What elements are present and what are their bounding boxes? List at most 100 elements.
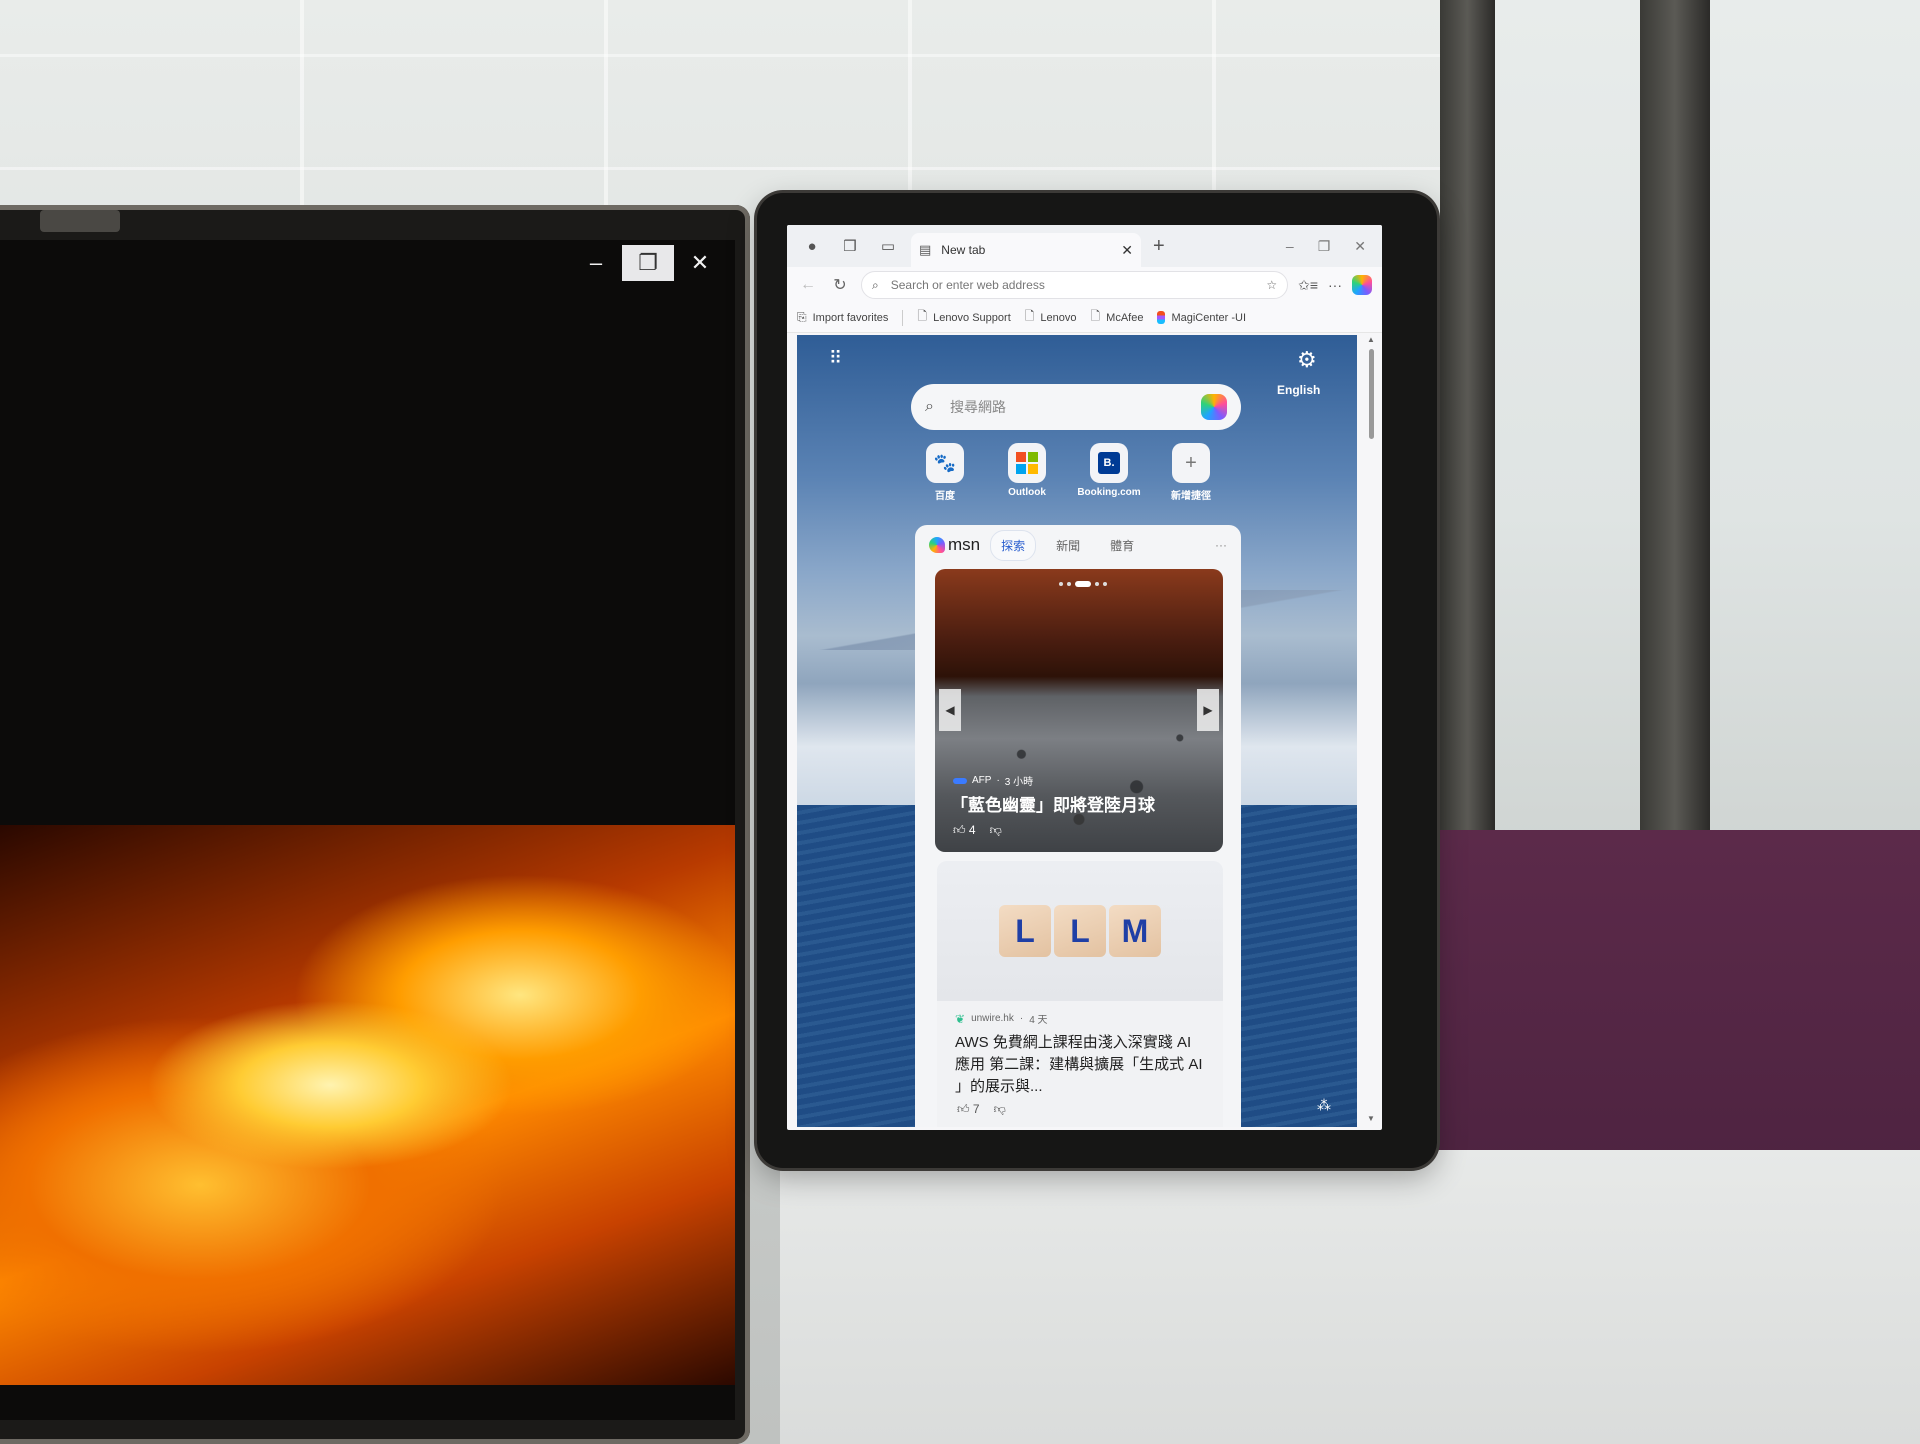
app-launcher-icon[interactable]: ⠿ [829,349,842,367]
card-time: 3 小時 [1004,777,1034,788]
plus-icon: + [1172,443,1210,483]
baidu-icon: 🐾 [926,443,964,483]
unwire-logo-icon: ❦ [955,1011,966,1026]
msn-logo[interactable]: msn [929,535,980,555]
feedback-icon[interactable]: ⁂ [1317,1097,1331,1114]
search-icon: ⌕ [925,398,934,415]
card-title[interactable]: AWS 免費網上課程由淺入深實踐 AI 應用 第二課：建構與擴展「生成式 AI … [955,1032,1205,1098]
letter-block: L [999,905,1051,957]
tab-explore[interactable]: 探索 [990,529,1037,561]
tab-bar: ● ❒ ▭ ▤ New tab ✕ + – ❐ ✕ [787,225,1382,267]
scroll-up-icon[interactable]: ▲ [1367,335,1375,344]
thumbs-up-icon: 👍︎ [953,823,966,837]
shortcut-label: Outlook [1008,487,1046,498]
separator: · [996,775,1000,786]
letter-block: L [1054,905,1106,957]
close-tab-icon[interactable]: ✕ [1121,242,1133,259]
favorite-import[interactable]: ⎘ Import favorites [797,310,888,325]
page-icon: 🗋 [1090,309,1101,323]
booking-glyph: B. [1098,452,1120,474]
web-search-box[interactable]: ⌕ 搜尋網路 [911,384,1241,430]
vertical-tabs-icon[interactable]: ▭ [873,231,903,261]
new-tab-page-icon: ▤ [919,242,932,257]
back-icon[interactable]: ← [797,276,819,294]
like-button[interactable]: 👍︎ 7 [957,1102,980,1117]
scroll-down-icon[interactable]: ▼ [1367,1114,1375,1123]
refresh-icon[interactable]: ↻ [829,275,851,295]
copilot-icon[interactable] [1352,275,1372,295]
favorite-label: Lenovo [1040,311,1077,324]
close-button[interactable]: ✕ [1354,238,1366,255]
card-meta: AFP · 3 小時 [953,773,1033,788]
workspaces-icon[interactable]: ❒ [835,231,865,261]
page-scrollbar[interactable]: ▲ ▼ [1365,335,1379,1127]
tab-sports[interactable]: 體育 [1100,531,1144,560]
language-toggle[interactable]: English [1277,383,1320,397]
card-source: AFP [972,775,992,786]
favorite-magicenter[interactable]: MagiCenter -UI [1157,311,1246,324]
thumbs-down-icon: 👎︎ [993,1102,1006,1116]
search-input[interactable]: 搜尋網路 [950,397,1201,417]
favorite-label: McAfee [1106,311,1144,324]
shortcut-label: 新增捷徑 [1171,491,1211,502]
profile-icon[interactable]: ● [797,231,827,261]
like-button[interactable]: 👍︎ 4 [953,823,976,838]
news-card[interactable]: L L M ❦ unwire.hk · 4 天 AWS 免費網上課程由淺入深實踐… [937,861,1223,1127]
msn-feed: msn 探索 新聞 體育 ··· ◀ ▶ AFP · 3 小時 「藍色幽靈」即將… [915,525,1241,1127]
dislike-button[interactable]: 👎︎ [990,823,1002,838]
restore-button[interactable]: ❐ [622,245,674,281]
shortcut-baidu[interactable]: 🐾 百度 [917,443,973,502]
more-icon[interactable]: ··· [1215,538,1227,552]
restore-button[interactable]: ❐ [1318,238,1331,255]
afp-logo-icon [953,777,967,784]
shortcut-label: Booking.com [1077,487,1141,498]
import-icon: ⎘ [797,310,807,324]
news-card[interactable]: ◀ ▶ AFP · 3 小時 「藍色幽靈」即將登陸月球 👍︎ 4 👎︎ [935,569,1223,852]
new-tab-button[interactable]: + [1153,235,1165,258]
tab-new-tab[interactable]: ▤ New tab ✕ [911,233,1141,267]
minimize-button[interactable]: – [570,245,622,281]
address-bar[interactable]: ⌕ Search or enter web address ☆ [861,271,1289,299]
tab-title: New tab [941,243,986,257]
more-menu-icon[interactable]: ··· [1328,277,1342,293]
figma-icon [1157,311,1166,324]
carousel-next-button[interactable]: ▶ [1197,689,1219,731]
page-icon: 🗋 [917,309,928,323]
favorite-label: MagiCenter -UI [1171,311,1247,324]
minimize-button[interactable]: – [1286,238,1294,255]
separator: · [1019,1013,1024,1024]
background-window-frame [1640,0,1710,860]
card-meta: ❦ unwire.hk · 4 天 [955,1011,1223,1027]
msn-butterfly-icon [929,537,945,553]
divider [902,309,904,326]
copilot-icon[interactable] [1201,394,1227,420]
scrollbar-thumb[interactable] [1369,349,1374,439]
tab-news[interactable]: 新聞 [1046,531,1090,560]
add-shortcut-button[interactable]: + 新增捷徑 [1163,443,1219,502]
fire-video [0,825,735,1385]
browser-window: ● ❒ ▭ ▤ New tab ✕ + – ❐ ✕ ← ↻ ⌕ Search o… [787,225,1382,1130]
dislike-button[interactable]: 👎︎ [994,1102,1006,1117]
like-count: 7 [972,1102,980,1116]
address-input[interactable]: Search or enter web address [891,278,1267,292]
quick-links: 🐾 百度 Outlook B. Booking.com + 新增捷徑 [917,443,1219,502]
card-time: 4 天 [1029,1015,1048,1026]
shortcut-outlook[interactable]: Outlook [999,443,1055,502]
carousel-prev-button[interactable]: ◀ [939,689,961,731]
toolbar: ← ↻ ⌕ Search or enter web address ☆ ✩≡ ·… [787,267,1382,303]
favorite-lenovo[interactable]: 🗋 Lenovo [1025,307,1077,328]
thumbs-up-icon: 👍︎ [957,1102,970,1116]
browser-window-controls: – ❐ ✕ [1286,238,1382,255]
like-count: 4 [968,823,976,837]
card-title[interactable]: 「藍色幽靈」即將登陸月球 [951,791,1155,816]
favorite-lenovo-support[interactable]: 🗋 Lenovo Support [917,307,1010,328]
shortcut-booking[interactable]: B. Booking.com [1077,443,1141,502]
favorite-mcafee[interactable]: 🗋 McAfee [1091,307,1144,328]
card-source: unwire.hk [971,1013,1014,1024]
microsoft-logo-icon [1008,443,1046,483]
favorite-star-icon[interactable]: ☆ [1266,278,1277,292]
favorites-icon[interactable]: ✩≡ [1298,277,1318,294]
letter-block: M [1109,905,1161,957]
close-button[interactable]: ✕ [674,245,726,281]
settings-gear-icon[interactable]: ⚙ [1297,347,1317,373]
